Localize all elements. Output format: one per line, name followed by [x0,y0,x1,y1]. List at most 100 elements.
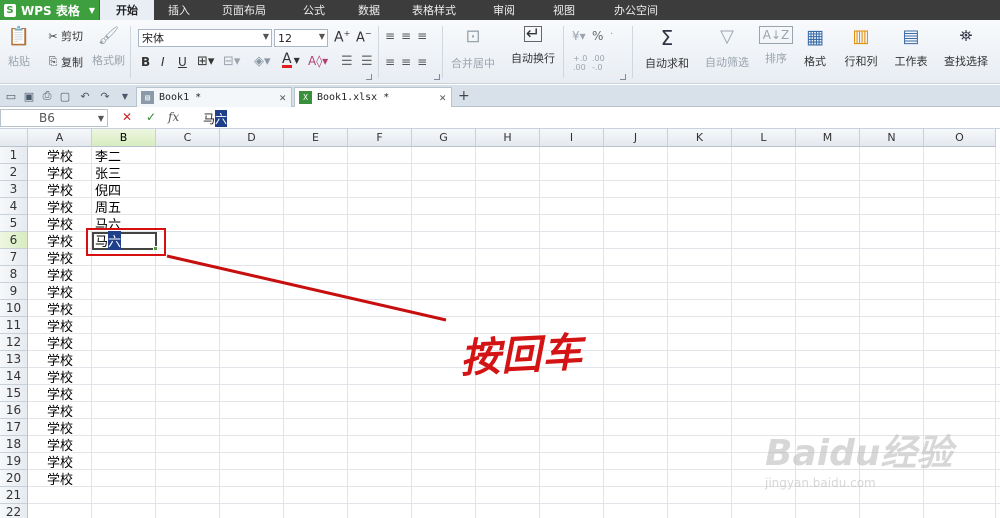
menu-tab-page-layout[interactable]: 页面布局 [204,0,284,20]
format-painter-label: 格式刷 [92,54,125,67]
app-menu-button[interactable]: S WPS 表格 ▼ [0,0,100,20]
autosum-label: 自动求和 [645,57,689,70]
decrease-decimal-icon: .00 -.0 [592,54,605,72]
format-grid-icon: ▦ [806,26,824,48]
tab-book1-xlsx[interactable]: X Book1.xlsx * ✕ [294,87,452,107]
clear-format-button[interactable]: A◊▾ [308,54,328,68]
baidu-watermark: Baidu经验 jingyan.baidu.com [765,404,995,514]
currency-icon: ¥▾ [572,29,586,43]
wrap-text-label: 自动换行 [511,52,555,65]
sigma-icon: Σ [660,26,674,50]
print-preview-icon[interactable]: ▢ [58,89,72,103]
decrease-decimal-button[interactable]: .00 -.0 [592,54,605,72]
binoculars-icon: ⛯ [959,26,973,45]
save-icon[interactable]: ▣ [22,89,36,103]
close-icon[interactable]: ✕ [279,91,286,104]
shrink-font-button[interactable]: A− [356,29,372,45]
eraser-icon: A◊▾ [308,54,329,68]
underline-button[interactable]: U [178,55,187,69]
spreadsheet-grid[interactable]: ABCDEFGHIJKLMNO 1 2 3 4 5 6 7 8 9 10 11 12 13 14 15 16 1… [0,129,1000,518]
undo-icon[interactable]: ↶ [78,89,92,103]
worksheet-button[interactable]: ▤ 工作表 [889,26,933,69]
close-icon[interactable]: ✕ [439,91,446,104]
align-left-icon: ≡≡≡ [385,55,434,69]
workbook-icon: ▤ [141,91,154,104]
rows-cols-button[interactable]: ▥ 行和列 [838,26,884,69]
copy-button[interactable]: ⎘ 复制 [45,54,83,70]
format-button[interactable]: ▦ 格式 [798,26,832,69]
font-size-select[interactable]: 12 ▼ [274,29,328,47]
name-box[interactable]: B6 ▼ [0,109,108,127]
increase-decimal-button[interactable]: +.0.00 [573,54,587,72]
percent-button[interactable]: % [592,29,603,43]
menu-bar: S WPS 表格 ▼ 开始 插入 页面布局 公式 数据 表格样式 审阅 视图 办… [0,0,1000,20]
menu-tab-table-style[interactable]: 表格样式 [394,0,474,20]
autosum-button[interactable]: Σ 自动求和 [640,26,694,71]
merge-border-button[interactable]: ⊟▾ [223,54,240,69]
formula-text: 马 [203,111,216,126]
number-dialog-launcher[interactable] [620,74,626,80]
wrap-text-button[interactable]: ↵ 自动换行 [510,26,556,66]
tab-book1-xlsx-label: Book1.xlsx * [317,92,390,103]
wps-logo-icon: S [4,3,16,17]
border-button[interactable]: ⊞▾ [197,54,214,69]
font-name-select[interactable]: 宋体 ▼ [138,29,272,47]
format-painter-button[interactable]: 🖌 格式刷 [92,26,125,68]
align-top-icon: ≡≡≡ [385,29,434,43]
ribbon-toolbar: 📋 粘贴 ✂ 剪切 ⎘ 复制 🖌 格式刷 宋体 ▼ 12 ▼ A+ A− B I… [0,20,1000,84]
menu-tab-home[interactable]: 开始 [100,0,154,20]
grow-font-button[interactable]: A+ [334,29,350,46]
comma-icon: · [610,29,614,40]
formula-input[interactable]: 马六 [193,109,998,127]
currency-button[interactable]: ¥▾ [572,29,586,43]
align-dialog-launcher[interactable] [434,74,440,80]
wrap-text-icon: ↵ [524,24,542,44]
font-dialog-launcher[interactable] [366,74,372,80]
menu-tab-view[interactable]: 视图 [534,0,594,20]
autofilter-label: 自动筛选 [705,56,749,69]
menu-tab-data[interactable]: 数据 [344,0,394,20]
indent-icon: ☰ [361,54,373,69]
font-color-icon: A [282,51,292,68]
print-icon[interactable]: ⎙ [40,89,54,103]
xlsx-file-icon: X [299,91,312,104]
font-size-value: 12 [278,31,292,45]
menu-tab-office-space[interactable]: 办公空间 [594,0,678,20]
open-folder-icon[interactable]: ▭ [4,89,18,103]
tab-book1[interactable]: ▤ Book1 * ✕ [136,87,292,107]
italic-button[interactable]: I [161,55,165,69]
copy-label: 复制 [61,56,83,69]
bold-button[interactable]: B [141,55,150,69]
customize-quick-access-icon[interactable]: ▼ [118,89,132,103]
horizontal-align-group[interactable]: ≡≡≡ [385,55,433,69]
paste-button[interactable]: 📋 粘贴 [6,26,32,69]
tab-book1-label: Book1 * [159,92,202,103]
copy-icon: ⎘ [48,55,58,68]
table-icon: ⊟▾ [223,54,241,69]
menu-tab-review[interactable]: 审阅 [474,0,534,20]
watermark-brand: Baidu经验 [765,433,953,474]
find-select-button[interactable]: ⛯ 查找选择 [937,26,995,69]
confirm-edit-icon[interactable]: ✓ [146,110,156,124]
insert-function-button[interactable]: fx [168,110,179,124]
menu-tab-insert[interactable]: 插入 [154,0,204,20]
border-icon: ⊞▾ [197,54,215,69]
merge-center-button[interactable]: ⊡ 合并居中 [449,26,497,71]
fill-color-button[interactable]: ◈▾ [254,54,271,69]
cut-button[interactable]: ✂ 剪切 [45,28,83,44]
indent-increase-button[interactable]: ☰ [361,54,373,69]
comma-style-button[interactable]: · [610,29,613,40]
sort-button[interactable]: A↓Z 排序 [758,26,794,66]
menu-tab-formulas[interactable]: 公式 [284,0,344,20]
new-tab-plus-icon[interactable]: + [458,88,470,104]
font-color-button[interactable]: A ▼ [282,51,300,68]
cancel-edit-icon[interactable]: ✕ [122,110,132,124]
find-select-label: 查找选择 [944,55,988,68]
indent-decrease-button[interactable]: ☰ [341,54,353,69]
autofilter-button[interactable]: ▽ 自动筛选 [700,26,754,70]
redo-icon[interactable]: ↷ [98,89,112,103]
font-shrink-icon: A− [356,29,372,46]
vertical-align-group[interactable]: ≡≡≡ [385,29,433,43]
annotation-press-enter: 按回车 [459,328,585,383]
increase-decimal-icon: +.0.00 [573,54,588,72]
